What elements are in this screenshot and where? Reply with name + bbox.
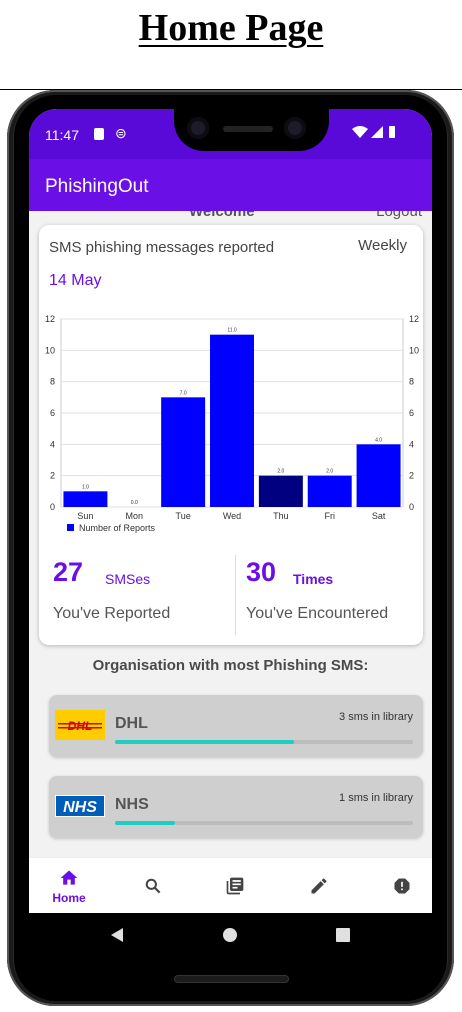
phone-screen: 11:47 ⊜ PhishingOut Welcome Logout SMS p… [29,109,432,957]
nav-report[interactable] [372,858,432,914]
stat-divider [235,555,236,635]
chart-x-tick-label: Tue [176,511,191,521]
chart-bar [307,475,352,507]
chart-y-tick-label: 6 [50,408,55,418]
system-navigation-bar [29,913,432,957]
summary-card: SMS phishing messages reported Weekly 14… [39,225,423,645]
home-content[interactable]: Welcome Logout SMS phishing messages rep… [29,211,432,857]
status-time: 11:47 [45,127,79,143]
chart-x-tick-label: Fri [324,511,335,521]
nav-library[interactable] [205,858,265,914]
camera-notch [174,109,329,151]
nav-search[interactable] [123,858,183,914]
org-sms-count: 1 sms in library [339,792,413,804]
chart-bar [63,491,108,507]
logout-link[interactable]: Logout [376,211,422,220]
chart-y-tick-label-right: 2 [409,471,414,481]
chart-y-tick-label-right: 10 [409,345,419,355]
chart-legend-label: Number of Reports [79,523,156,533]
chart-bar [210,334,254,507]
encountered-unit: Times [293,571,334,587]
recents-icon[interactable] [335,927,351,943]
chart-y-tick-label: 4 [50,439,55,449]
chart-x-tick-label: Mon [126,511,144,521]
phone-bezel: 11:47 ⊜ PhishingOut Welcome Logout SMS p… [14,95,447,1001]
data-saver-icon: ⊜ [115,125,127,141]
chart-x-tick-label: Sun [77,511,93,521]
card-title: SMS phishing messages reported [49,239,275,256]
chart-x-tick-label: Thu [273,511,289,521]
earpiece-speaker [223,126,273,132]
document-title: Home Page [138,7,324,49]
reported-label: You've Reported [53,605,171,622]
nhs-logo-icon: NHS [55,795,105,817]
chart-y-tick-label-right: 4 [409,439,414,449]
chart-value-label: 0.0 [131,500,138,506]
chart-y-tick-label: 12 [45,314,55,324]
chart-value-label: 4.0 [375,437,382,443]
nav-home-label: Home [52,891,86,905]
bottom-navigation: Home [29,857,432,913]
chart-y-tick-label: 10 [45,345,55,355]
org-card-nhs[interactable]: NHS NHS 1 sms in library [49,776,423,838]
home-icon [60,870,78,885]
chart-y-tick-label: 2 [50,471,55,481]
app-bar: PhishingOut [29,159,432,211]
encountered-label: You've Encountered [246,605,389,622]
search-icon [145,878,161,894]
chart-x-tick-label: Sat [372,511,386,521]
chart-y-tick-label-right: 8 [409,377,414,387]
chart-x-tick-label: Wed [223,511,241,521]
chart-value-label: 2.0 [277,469,284,475]
chart-y-tick-label-right: 12 [409,314,419,324]
chart-value-label: 1.0 [82,484,89,490]
chart-y-tick-label-right: 0 [409,502,414,512]
chart-y-tick-label: 0 [50,502,55,512]
org-progress-fill [115,821,175,825]
organisation-heading: Organisation with most Phishing SMS: [92,657,369,674]
nav-home[interactable]: Home [39,858,99,914]
phone-frame: 11:47 ⊜ PhishingOut Welcome Logout SMS p… [7,90,454,1006]
library-icon [226,877,244,895]
chart-bar [258,475,303,507]
wifi-signal-battery-icon [352,126,395,138]
reported-count: 27 [53,557,84,587]
chart-value-label: 7.0 [180,390,187,396]
reported-unit: SMSes [105,571,151,587]
status-bar: 11:47 ⊜ [29,109,432,159]
back-icon[interactable] [109,927,125,943]
home-circle-icon[interactable] [222,927,238,943]
org-card-dhl[interactable]: DHL DHL 3 sms in library [49,695,423,757]
range-selector[interactable]: Weekly [358,237,407,254]
sd-card-icon [94,128,104,140]
nav-edit[interactable] [289,858,349,914]
svg-text:DHL: DHL [68,719,93,733]
chart-bar [356,444,401,507]
front-camera-icon [187,117,209,139]
encountered-count: 30 [246,557,277,587]
dhl-logo-icon: DHL [55,710,105,740]
org-progress-fill [115,740,294,744]
chart-y-tick-label-right: 6 [409,408,414,418]
chart-legend-swatch [67,524,74,531]
app-title: PhishingOut [45,176,149,197]
org-progress-track [115,821,413,825]
weekly-reports-chart: 0 0 2 2 4 4 6 6 8 8 10 10 12 12 1.0 Sun 0.0 Mon 7.0 Tue 11.0… [45,314,419,533]
chart-y-tick-label: 8 [50,377,55,387]
org-sms-count: 3 sms in library [339,711,413,723]
chart-bar [161,397,206,507]
bottom-speaker [174,975,289,983]
org-progress-track [115,740,413,744]
connectivity-icons [352,125,404,142]
sensor-icon [284,117,306,139]
report-icon [394,878,410,894]
org-name: DHL [115,715,148,732]
report-date: 14 May [49,272,102,289]
chart-value-label: 2.0 [326,469,333,475]
org-name: NHS [115,796,149,813]
welcome-text: Welcome [189,211,255,220]
svg-text:NHS: NHS [63,799,97,816]
edit-icon [311,878,327,894]
chart-value-label: 11.0 [227,328,237,334]
